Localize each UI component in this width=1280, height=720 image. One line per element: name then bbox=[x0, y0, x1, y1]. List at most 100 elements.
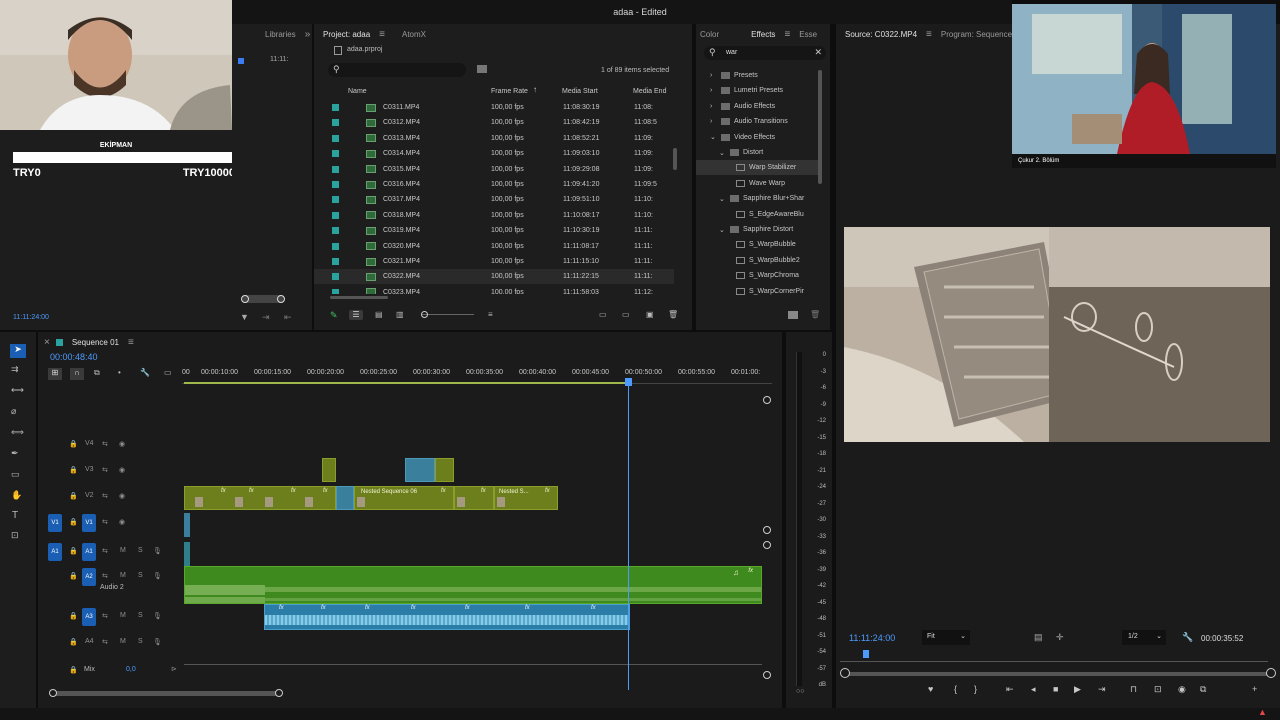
razor-tool-icon[interactable]: ⌀ bbox=[11, 406, 16, 417]
project-row[interactable]: C0311.MP4 100,00 fps 11:08:30:19 11:08: bbox=[314, 100, 674, 115]
mark-in-icon[interactable]: { bbox=[954, 684, 957, 694]
delete-icon[interactable]: 🗑 bbox=[810, 310, 820, 319]
mark-out-icon[interactable]: } bbox=[974, 684, 977, 694]
playhead[interactable] bbox=[628, 378, 629, 690]
new-item-icon[interactable]: ▣ bbox=[646, 310, 654, 319]
project-row[interactable]: C0315.MP4 100,00 fps 11:09:29:08 11:09: bbox=[314, 162, 674, 177]
track-target-a3[interactable]: A3 bbox=[82, 608, 96, 626]
mute-button[interactable]: M bbox=[120, 638, 126, 645]
type-tool-icon[interactable]: T bbox=[12, 510, 18, 521]
effects-folder[interactable]: ⌄ Sapphire Distort bbox=[696, 222, 820, 237]
tab-effects[interactable]: Effects bbox=[742, 30, 784, 39]
lock-icon[interactable]: 🔒 bbox=[69, 547, 78, 555]
sync-lock-icon[interactable]: ⇆ bbox=[102, 518, 108, 526]
tab-project[interactable]: Project: adaa bbox=[314, 30, 379, 39]
play-icon[interactable]: ▶ bbox=[1074, 684, 1081, 695]
marker-icon[interactable]: ♥ bbox=[928, 684, 933, 694]
project-row[interactable]: C0319.MP4 100,00 fps 11:10:30:19 11:11: bbox=[314, 223, 674, 238]
effects-folder[interactable]: › Audio Transitions bbox=[696, 114, 820, 129]
chevron-right-icon[interactable]: › bbox=[710, 103, 712, 110]
clip-v1[interactable] bbox=[184, 513, 190, 537]
track-target-a2[interactable]: A2 bbox=[82, 568, 96, 586]
resolution-dropdown[interactable]: 1/2 ⌄ bbox=[1122, 630, 1166, 645]
project-scrollbar[interactable] bbox=[673, 148, 677, 170]
tab-essential[interactable]: Esse bbox=[790, 30, 826, 39]
chevron-down-icon[interactable]: ⌄ bbox=[719, 149, 725, 157]
program-mini-ruler[interactable] bbox=[840, 654, 1268, 662]
extract-icon[interactable]: ⊡ bbox=[1154, 684, 1162, 695]
project-row[interactable]: C0316.MP4 100,00 fps 11:09:41:20 11:09:5 bbox=[314, 177, 674, 192]
mix-arrow-icon[interactable]: ⊳ bbox=[171, 665, 177, 673]
wrench-icon[interactable]: 🔧 bbox=[1182, 632, 1193, 643]
lock-icon[interactable]: 🔒 bbox=[69, 466, 78, 474]
microphone-icon[interactable]: 🎙 bbox=[153, 547, 162, 555]
clip-v3-3[interactable] bbox=[435, 458, 454, 482]
more-panels-icon[interactable]: » bbox=[305, 29, 311, 40]
chevron-down-icon[interactable]: ⌄ bbox=[719, 226, 725, 234]
effect-item[interactable]: Warp Stabilizer bbox=[696, 160, 820, 176]
clear-search-icon[interactable]: ✕ bbox=[814, 47, 822, 58]
sync-lock-icon[interactable]: ⇆ bbox=[102, 638, 108, 646]
captions-tool-icon[interactable]: ⊡ bbox=[11, 530, 19, 541]
column-media-end[interactable]: Media End bbox=[633, 88, 666, 95]
mute-button[interactable]: M bbox=[120, 572, 126, 579]
camera-icon[interactable]: ◉ bbox=[1178, 684, 1186, 695]
lock-icon[interactable]: 🔒 bbox=[69, 666, 78, 674]
freeform-view-icon[interactable]: ▥ bbox=[396, 310, 404, 319]
solo-button[interactable]: S bbox=[138, 612, 143, 619]
solo-button[interactable]: S bbox=[138, 638, 143, 645]
clip-a1[interactable] bbox=[184, 542, 190, 566]
project-row[interactable]: C0318.MP4 100,00 fps 11:10:08:17 11:10: bbox=[314, 208, 674, 223]
tab-menu-icon[interactable]: ≡ bbox=[379, 29, 385, 40]
track-target-a4[interactable]: A4 bbox=[85, 638, 94, 645]
column-name[interactable]: Name bbox=[348, 88, 367, 95]
mute-button[interactable]: M bbox=[120, 612, 126, 619]
share-icon[interactable]: ⇤ bbox=[284, 312, 292, 323]
project-search-input[interactable]: ⚲ bbox=[328, 63, 466, 77]
automate-to-sequence-icon[interactable]: ▭ bbox=[599, 310, 607, 319]
icon-view-icon[interactable]: ▤ bbox=[375, 310, 383, 319]
libraries-zoom-slider[interactable] bbox=[241, 295, 285, 303]
captions-icon[interactable]: ▭ bbox=[164, 368, 172, 377]
eye-icon[interactable]: ◉ bbox=[119, 440, 125, 448]
trash-icon[interactable]: 🗑 bbox=[668, 310, 678, 319]
mix-value[interactable]: 0,0 bbox=[126, 666, 136, 673]
effect-item[interactable]: S_WarpBubble2 bbox=[696, 253, 820, 268]
close-tab-icon[interactable]: × bbox=[44, 337, 50, 348]
eye-icon[interactable]: ◉ bbox=[119, 466, 125, 474]
tab-libraries[interactable]: Libraries bbox=[256, 30, 305, 39]
program-timecode[interactable]: 11:11:24:00 bbox=[849, 633, 895, 643]
vscroll-top-handle[interactable] bbox=[763, 396, 771, 404]
stop-icon[interactable]: ■ bbox=[1053, 684, 1058, 694]
tab-sequence[interactable]: Sequence 01 bbox=[63, 338, 128, 347]
chevron-right-icon[interactable]: › bbox=[710, 72, 712, 79]
eye-icon[interactable]: ◉ bbox=[119, 492, 125, 500]
chevron-right-icon[interactable]: › bbox=[710, 87, 712, 94]
step-back-icon[interactable]: ◂ bbox=[1031, 684, 1036, 695]
lock-icon[interactable]: 🔒 bbox=[69, 572, 78, 580]
tab-source[interactable]: Source: C0322.MP4 bbox=[836, 30, 926, 39]
effects-search-input[interactable]: ⚲ war ✕ bbox=[704, 46, 826, 60]
project-row[interactable]: C0320.MP4 100,00 fps 11:11:08:17 11:11: bbox=[314, 239, 674, 254]
tab-program[interactable]: Program: Sequence bbox=[932, 30, 1021, 39]
solo-button[interactable]: S bbox=[138, 572, 143, 579]
solo-button[interactable]: S bbox=[138, 547, 143, 554]
clip-nested-s[interactable]: Nested S... fx bbox=[494, 486, 558, 510]
sync-lock-icon[interactable]: ⇆ bbox=[102, 572, 108, 580]
clip-v2-small[interactable]: fx bbox=[454, 486, 494, 510]
project-row[interactable]: C0323.MP4 100,00 fps 11:11:58:03 11:12: bbox=[314, 285, 674, 294]
timeline-hscroll[interactable] bbox=[49, 689, 283, 697]
column-media-start[interactable]: Media Start bbox=[562, 88, 598, 95]
settings-icon[interactable]: ▤ bbox=[1034, 632, 1043, 643]
track-target-v4[interactable]: V4 bbox=[85, 440, 94, 447]
track-target-v2[interactable]: V2 bbox=[85, 492, 94, 499]
linked-selection-icon[interactable]: ⧉ bbox=[94, 368, 100, 378]
effects-folder[interactable]: ⌄ Sapphire Blur+Shar bbox=[696, 191, 820, 206]
project-hscroll[interactable] bbox=[330, 296, 388, 299]
lock-icon[interactable]: 🔒 bbox=[69, 612, 78, 620]
lock-icon[interactable]: 🔒 bbox=[69, 638, 78, 646]
sort-ascending-icon[interactable]: ↑ bbox=[533, 85, 537, 94]
project-row[interactable]: C0322.MP4 100,00 fps 11:11:22:15 11:11: bbox=[314, 269, 674, 285]
microphone-icon[interactable]: 🎙 bbox=[153, 638, 162, 646]
warning-icon[interactable]: ▲ bbox=[1258, 707, 1267, 717]
